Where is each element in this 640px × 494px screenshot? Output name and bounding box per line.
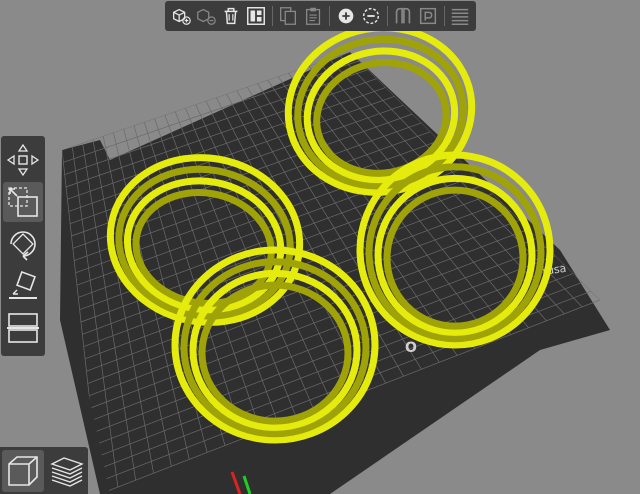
scale-icon [8, 187, 38, 217]
instance-remove-icon [362, 7, 379, 25]
instance-add-button[interactable] [334, 3, 357, 29]
3d-viewport[interactable]: rusa O [0, 0, 640, 494]
split-parts-icon [420, 7, 437, 25]
split-objects-button[interactable] [391, 3, 414, 29]
delete-all-icon [224, 7, 238, 25]
layers-editing-button[interactable] [449, 3, 472, 29]
place-on-face-icon [9, 271, 37, 299]
place-on-face-tool-button[interactable] [3, 266, 43, 306]
preview-button[interactable] [46, 450, 88, 492]
move-icon [6, 143, 40, 177]
cut-tool-button[interactable] [3, 308, 43, 348]
rotate-tool-button[interactable] [3, 224, 43, 264]
scale-tool-button[interactable] [3, 182, 43, 222]
arrange-icon [247, 7, 266, 25]
add-button[interactable] [169, 3, 192, 29]
split-parts-button[interactable] [417, 3, 440, 29]
bed-logo-text: O [405, 340, 417, 356]
left-toolbar [1, 136, 45, 356]
split-objects-icon [395, 7, 411, 24]
paste-button[interactable] [302, 3, 325, 29]
layers-editing-icon [452, 8, 469, 25]
paste-icon [305, 7, 320, 25]
instance-remove-button[interactable] [359, 3, 382, 29]
delete-all-button[interactable] [219, 3, 242, 29]
delete-button[interactable] [194, 3, 217, 29]
view-toggle [0, 447, 88, 494]
top-toolbar [165, 1, 476, 31]
3d-view-button[interactable] [2, 449, 44, 492]
toolbar-separator [443, 6, 445, 26]
toolbar-separator [329, 6, 331, 26]
toolbar-separator [386, 6, 388, 26]
delete-icon [196, 8, 216, 25]
move-tool-button[interactable] [3, 140, 43, 180]
arrange-button[interactable] [245, 3, 268, 29]
3d-view-icon [8, 455, 38, 486]
rotate-icon [10, 231, 36, 261]
cut-icon [7, 313, 39, 343]
toolbar-separator [271, 6, 273, 26]
add-icon [172, 8, 191, 25]
instance-add-icon [338, 8, 354, 24]
copy-icon [280, 7, 297, 25]
copy-button[interactable] [277, 3, 300, 29]
preview-icon [50, 456, 84, 487]
